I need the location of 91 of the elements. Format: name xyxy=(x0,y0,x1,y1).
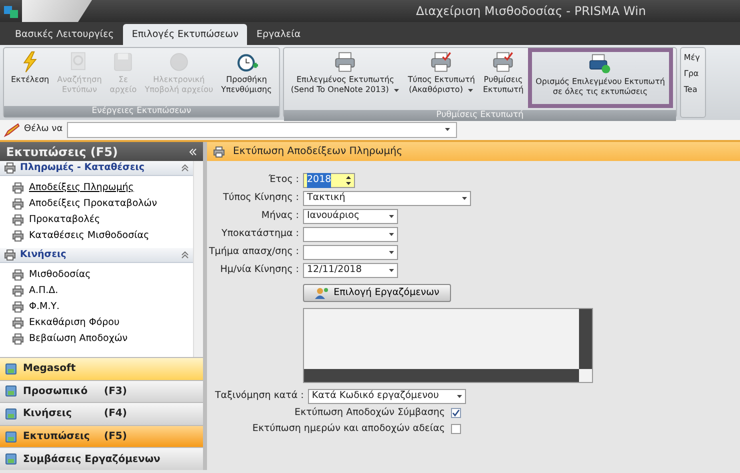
dropdown-arrow-icon xyxy=(389,232,394,236)
ribbon-group-title: Ρυθμίσεις Εκτυπωτή xyxy=(284,110,676,121)
people-icon xyxy=(314,287,329,299)
checkbox-label: Εκτύπωση Αποδοχών Σύμβασης xyxy=(294,406,446,420)
dropdown-arrow-icon xyxy=(389,268,394,272)
spin-arrows-icon xyxy=(346,176,351,185)
printer-icon xyxy=(12,230,24,242)
employee-list-box[interactable] xyxy=(303,308,593,383)
nav-button[interactable]: Προσωπικό (F3) xyxy=(0,380,203,402)
quick-access-bar xyxy=(22,0,92,22)
search-field[interactable] xyxy=(66,122,457,138)
search-label: Θέλω να xyxy=(24,123,63,136)
ribbon-button[interactable]: Εκτέλεση xyxy=(7,50,54,86)
ribbon-tab[interactable]: Επιλογές Εκτυπώσεων xyxy=(122,24,248,45)
ribbon-button[interactable]: Ρυθμίσεις Εκτυπωτή xyxy=(478,50,528,96)
field-label: Μήνας : xyxy=(260,209,299,224)
ribbon-item[interactable]: Γρα xyxy=(684,66,702,82)
dropdown-arrow-icon xyxy=(389,250,394,254)
ribbon-button[interactable]: Ορισμός Επιλεγμένου Εκτυπωτή σε όλες τις εκτυπώσεις xyxy=(528,48,673,108)
tree-item[interactable]: Φ.Μ.Υ. xyxy=(0,299,193,315)
module-icon xyxy=(5,362,17,375)
dropdown-field[interactable]: Κατά Κωδικό εργαζόμενου xyxy=(308,389,466,404)
pencil-icon xyxy=(4,123,20,137)
printer-check-icon xyxy=(430,51,452,73)
printer-check-icon xyxy=(492,51,514,73)
dropdown-arrow-icon xyxy=(462,196,467,200)
field-label: Ημ/νία Κίνησης : xyxy=(219,263,299,278)
printer-icon xyxy=(12,317,24,329)
dropdown-field[interactable] xyxy=(303,227,398,242)
ribbon-item[interactable]: Tea xyxy=(684,82,702,98)
printer-icon xyxy=(12,182,24,194)
ribbon-button[interactable]: Επιλεγμένος Εκτυπωτής (Send To OneNote 2013) xyxy=(286,50,404,96)
alarm-clock-icon xyxy=(236,51,258,73)
dropdown-field[interactable] xyxy=(303,245,398,260)
ribbon-button[interactable]: Προσθήκη Υπενθύμισης xyxy=(217,50,276,96)
scrollbar[interactable] xyxy=(193,161,203,357)
app-logo-icon xyxy=(4,4,18,18)
dropdown-arrow-icon xyxy=(444,128,450,132)
ribbon-tab[interactable]: Βασικές Λειτουργίες xyxy=(6,24,123,45)
nav-button[interactable]: Κινήσεις (F4) xyxy=(0,402,203,425)
nav-button[interactable]: Megasoft xyxy=(0,357,203,380)
ribbon-group-title: Ενέργειες Εκτυπώσεων xyxy=(4,106,279,117)
printer-icon xyxy=(12,198,24,210)
dropdown-field[interactable]: Τακτική xyxy=(303,191,471,206)
tree-item[interactable]: Α.Π.Δ. xyxy=(0,283,193,299)
tree-item[interactable]: Αποδείξεις Προκαταβολών xyxy=(0,196,193,212)
field-label: Τμήμα απασχ/σης : xyxy=(208,245,299,260)
nav-button[interactable]: Εκτυπώσεις (F5) xyxy=(0,424,203,448)
printer-icon xyxy=(213,146,225,158)
checkbox[interactable] xyxy=(451,424,461,434)
scrollbar[interactable] xyxy=(304,369,579,382)
tree-item[interactable]: Αποδείξεις Πληρωμής xyxy=(0,180,193,196)
printer-icon xyxy=(12,269,24,281)
printer-refresh-icon xyxy=(589,53,612,75)
printer-icon xyxy=(12,333,24,345)
field-label: Ταξινόμηση κατά : xyxy=(215,389,304,404)
panel-title: Εκτύπωση Αποδείξεων Πληρωμής xyxy=(233,145,402,159)
field-label: Τύπος Κίνησης : xyxy=(222,191,299,206)
dropdown-field[interactable]: 12/11/2018 xyxy=(303,263,398,278)
sidebar-title: Εκτυπώσεις (F5) xyxy=(6,144,118,160)
printer-icon xyxy=(4,162,16,174)
select-employees-button[interactable]: Επιλογή Εργαζόμενων xyxy=(303,284,451,302)
printer-icon xyxy=(4,249,16,261)
checkbox-label: Εκτύπωση ημερών και αποδοχών αδείας xyxy=(251,422,446,436)
field-label: Έτος : xyxy=(268,173,299,188)
nav-button[interactable]: Συμβάσεις Εργαζόμενων xyxy=(0,447,203,470)
spin-field[interactable]: 2018 xyxy=(303,173,355,188)
dropdown-arrow-icon xyxy=(456,394,462,398)
module-icon xyxy=(5,430,17,443)
dropdown-arrow-icon xyxy=(389,214,394,218)
collapse-icon xyxy=(189,148,197,156)
dropdown-field[interactable]: Ιανουάριος xyxy=(303,209,398,224)
printer-icon xyxy=(12,214,24,226)
ribbon-tab[interactable]: Εργαλεία xyxy=(247,24,310,45)
window-title: Διαχείριση Μισθοδοσίας - PRISMA Win xyxy=(415,3,647,20)
printer-icon xyxy=(12,285,24,297)
ribbon-button[interactable]: Τύπος Εκτυπωτή (Ακαθόριστο) xyxy=(404,50,479,96)
tree-item[interactable]: Προκαταβολές xyxy=(0,212,193,228)
module-icon xyxy=(5,453,17,466)
checkbox[interactable] xyxy=(451,408,461,418)
scrollbar[interactable] xyxy=(579,309,592,369)
module-icon xyxy=(5,385,17,398)
ribbon-item[interactable]: Μέγ xyxy=(684,50,702,66)
module-icon xyxy=(5,408,17,420)
tree-item[interactable]: Καταθέσεις Μισθοδοσίας xyxy=(0,228,193,244)
printer-icon xyxy=(12,301,24,313)
printer-icon xyxy=(334,51,356,73)
tree-item[interactable]: Βεβαίωση Αποδοχών xyxy=(0,331,193,347)
tree-item[interactable]: Εκκαθάριση Φόρου xyxy=(0,315,193,331)
tree-item[interactable]: Μισθοδοσίας xyxy=(0,267,193,283)
field-label: Υποκατάστημα : xyxy=(220,227,299,242)
